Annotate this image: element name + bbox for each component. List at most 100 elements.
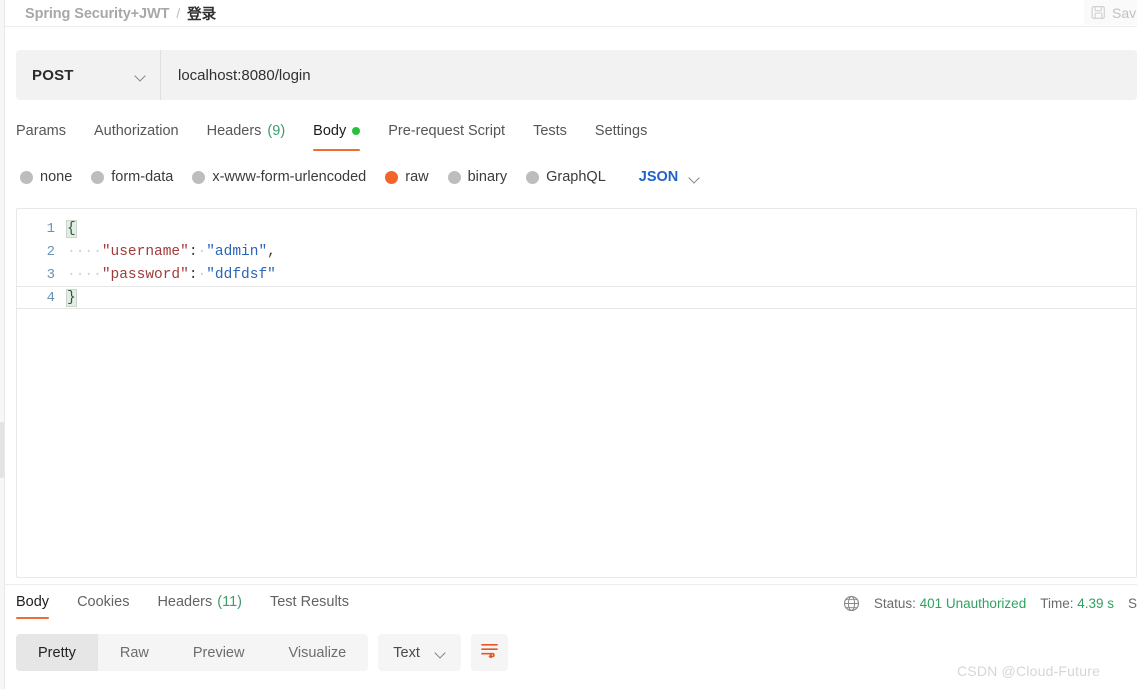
body-type-x-www-form-urlencoded[interactable]: x-www-form-urlencoded — [192, 169, 366, 185]
response-view-toolbar: Pretty Raw Preview Visualize Text — [16, 634, 508, 671]
request-tab-label: Pre-request Script — [388, 123, 505, 139]
line-number: 3 — [17, 267, 67, 283]
url-input[interactable]: localhost:8080/login — [161, 50, 1137, 100]
body-type-label: binary — [468, 169, 508, 185]
body-type-label: raw — [405, 169, 428, 185]
response-view-label: Raw — [120, 645, 149, 661]
response-meta: Status: 401 Unauthorized Time: 4.39 s S — [843, 592, 1137, 614]
time-badge: Time: 4.39 s — [1040, 596, 1114, 611]
request-tab-authorization[interactable]: Authorization — [80, 114, 193, 148]
code-line-text: { — [67, 221, 1136, 237]
body-format-dropdown[interactable]: JSON — [639, 169, 701, 185]
request-tab-count: (9) — [267, 123, 285, 139]
body-type-none[interactable]: none — [20, 169, 72, 185]
code-line[interactable]: 3····"password":·"ddfdsf" — [17, 263, 1136, 286]
code-token-punc: , — [267, 244, 276, 260]
chevron-down-icon — [435, 649, 446, 656]
code-line[interactable]: 4} — [17, 286, 1136, 309]
time-value: 4.39 s — [1077, 596, 1114, 611]
radio-button-icon[interactable] — [192, 171, 205, 184]
response-tab-label: Test Results — [270, 594, 349, 610]
radio-button-icon[interactable] — [91, 171, 104, 184]
code-token-str: "ddfdsf" — [206, 267, 276, 283]
status-label: Status: — [874, 596, 916, 611]
body-format-label: JSON — [639, 169, 679, 185]
body-type-form-data[interactable]: form-data — [91, 169, 173, 185]
sidebar-resize-handle[interactable] — [0, 422, 4, 478]
breadcrumb-request-name[interactable]: 登录 — [187, 3, 216, 24]
response-format-label: Text — [393, 645, 420, 661]
code-line[interactable]: 2····"username":·"admin", — [17, 240, 1136, 263]
radio-button-icon[interactable] — [20, 171, 33, 184]
breadcrumb: Spring Security+JWT / 登录 — [25, 0, 216, 27]
breadcrumb-collection[interactable]: Spring Security+JWT — [25, 6, 169, 22]
body-type-label: x-www-form-urlencoded — [212, 169, 366, 185]
response-format-dropdown[interactable]: Text — [378, 634, 461, 671]
response-view-raw[interactable]: Raw — [98, 634, 171, 671]
response-view-label: Visualize — [288, 645, 346, 661]
response-view-label: Pretty — [38, 645, 76, 661]
breadcrumb-bar: Spring Security+JWT / 登录 Sav — [5, 0, 1137, 27]
save-button[interactable]: Sav — [1084, 0, 1137, 25]
request-tabs: Params Authorization Headers (9) Body Pre-req… — [16, 114, 661, 150]
word-wrap-button[interactable] — [471, 634, 508, 671]
line-number: 2 — [17, 244, 67, 260]
radio-button-icon[interactable] — [526, 171, 539, 184]
line-number: 4 — [17, 290, 67, 306]
body-type-raw[interactable]: raw — [385, 169, 428, 185]
response-view-segments: Pretty Raw Preview Visualize — [16, 634, 368, 671]
watermark: CSDN @Cloud-Future — [957, 663, 1100, 679]
sidebar-edge — [0, 0, 5, 689]
response-view-visualize[interactable]: Visualize — [266, 634, 368, 671]
request-tab-label: Tests — [533, 123, 567, 139]
response-view-preview[interactable]: Preview — [171, 634, 267, 671]
status-badge: Status: 401 Unauthorized — [874, 596, 1026, 611]
radio-button-icon[interactable] — [448, 171, 461, 184]
request-tab-label: Headers — [207, 123, 262, 139]
request-tab-params[interactable]: Params — [16, 114, 80, 148]
code-line[interactable]: 1{ — [17, 217, 1136, 240]
request-tab-tests[interactable]: Tests — [519, 114, 581, 148]
body-type-label: GraphQL — [546, 169, 606, 185]
request-tab-body[interactable]: Body — [299, 114, 374, 148]
code-token-brace-hl: { — [67, 221, 76, 237]
request-body-editor[interactable]: 1{2····"username":·"admin",3····"passwor… — [16, 208, 1137, 578]
code-token-ws: · — [198, 244, 207, 260]
response-tab-cookies[interactable]: Cookies — [63, 588, 143, 616]
response-tab-body[interactable]: Body — [16, 588, 63, 616]
request-tab-label: Authorization — [94, 123, 179, 139]
request-tab-headers[interactable]: Headers (9) — [193, 114, 300, 148]
body-type-graphql[interactable]: GraphQL — [526, 169, 606, 185]
request-tab-pre-request-script[interactable]: Pre-request Script — [374, 114, 519, 148]
globe-icon — [843, 595, 860, 612]
code-token-str: "admin" — [206, 244, 267, 260]
code-token-ws: · — [198, 267, 207, 283]
response-tab-headers[interactable]: Headers(11) — [143, 588, 256, 616]
http-method-dropdown[interactable]: POST — [16, 50, 161, 100]
response-view-label: Preview — [193, 645, 245, 661]
body-type-label: form-data — [111, 169, 173, 185]
response-tab-test-results[interactable]: Test Results — [256, 588, 363, 616]
request-tab-label: Body — [313, 123, 346, 139]
response-view-pretty[interactable]: Pretty — [16, 634, 98, 671]
code-token-punc: : — [189, 244, 198, 260]
code-token-ws: ···· — [67, 244, 102, 260]
response-tab-label: Headers — [157, 594, 212, 610]
word-wrap-icon — [480, 642, 499, 663]
response-tab-label: Cookies — [77, 594, 129, 610]
code-lines: 1{2····"username":·"admin",3····"passwor… — [17, 217, 1136, 309]
request-tab-label: Params — [16, 123, 66, 139]
chevron-down-icon — [135, 72, 146, 79]
body-type-binary[interactable]: binary — [448, 169, 508, 185]
time-label: Time: — [1040, 596, 1073, 611]
status-value: 401 Unauthorized — [920, 596, 1027, 611]
code-line-text: ····"username":·"admin", — [67, 244, 1136, 260]
body-type-options: none form-data x-www-form-urlencoded raw bin… — [20, 164, 700, 190]
code-line-text: ····"password":·"ddfdsf" — [67, 267, 1136, 283]
response-tab-label: Body — [16, 594, 49, 610]
request-tab-settings[interactable]: Settings — [581, 114, 661, 148]
body-present-dot-icon — [352, 127, 360, 135]
code-token-key: "username" — [102, 244, 189, 260]
radio-button-icon[interactable] — [385, 171, 398, 184]
code-token-brace-hl: } — [67, 290, 76, 306]
